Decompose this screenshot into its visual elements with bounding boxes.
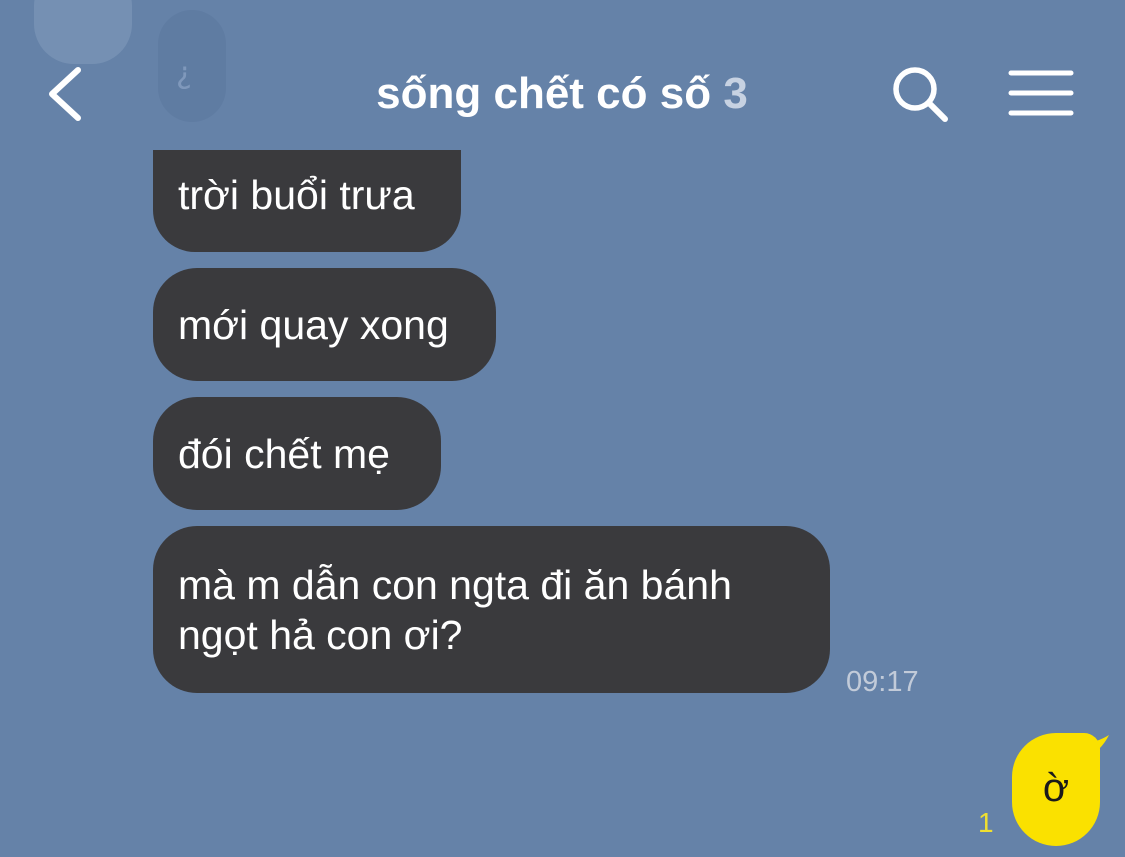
message-bubble[interactable]: mà m dẫn con ngta đi ăn bánh ngọt hả con… bbox=[153, 526, 830, 693]
my-message-text: ờ bbox=[1042, 766, 1070, 810]
message-bubble[interactable]: trời buổi trưa bbox=[153, 150, 461, 252]
member-count: 3 bbox=[723, 69, 748, 118]
chat-header: sống chết có số 3 bbox=[0, 0, 1125, 150]
message-text: đói chết mẹ bbox=[178, 430, 390, 477]
message-text: mà m dẫn con ngta đi ăn bánh ngọt hả con… bbox=[178, 561, 732, 658]
bubble-tail bbox=[1075, 735, 1109, 759]
chat-name: sống chết có số bbox=[376, 69, 712, 118]
search-button[interactable] bbox=[890, 64, 950, 124]
message-bubble[interactable]: mới quay xong bbox=[153, 268, 496, 381]
chevron-left-icon bbox=[49, 67, 81, 121]
message-text: trời buổi trưa bbox=[178, 172, 415, 218]
message-bubble[interactable]: đói chết mẹ bbox=[153, 397, 441, 510]
unread-count: 1 bbox=[978, 807, 994, 838]
message-timestamp: 09:17 bbox=[846, 666, 919, 698]
search-icon bbox=[893, 67, 948, 122]
chat-screen: ¿ sống chết có số 3 trời buổi trưa mới q… bbox=[0, 0, 1125, 857]
back-button[interactable] bbox=[44, 66, 88, 122]
hamburger-menu-icon bbox=[1008, 70, 1074, 116]
page-title[interactable]: sống chết có số 3 bbox=[262, 66, 862, 122]
menu-button[interactable] bbox=[1008, 68, 1074, 118]
message-text: mới quay xong bbox=[178, 301, 449, 348]
